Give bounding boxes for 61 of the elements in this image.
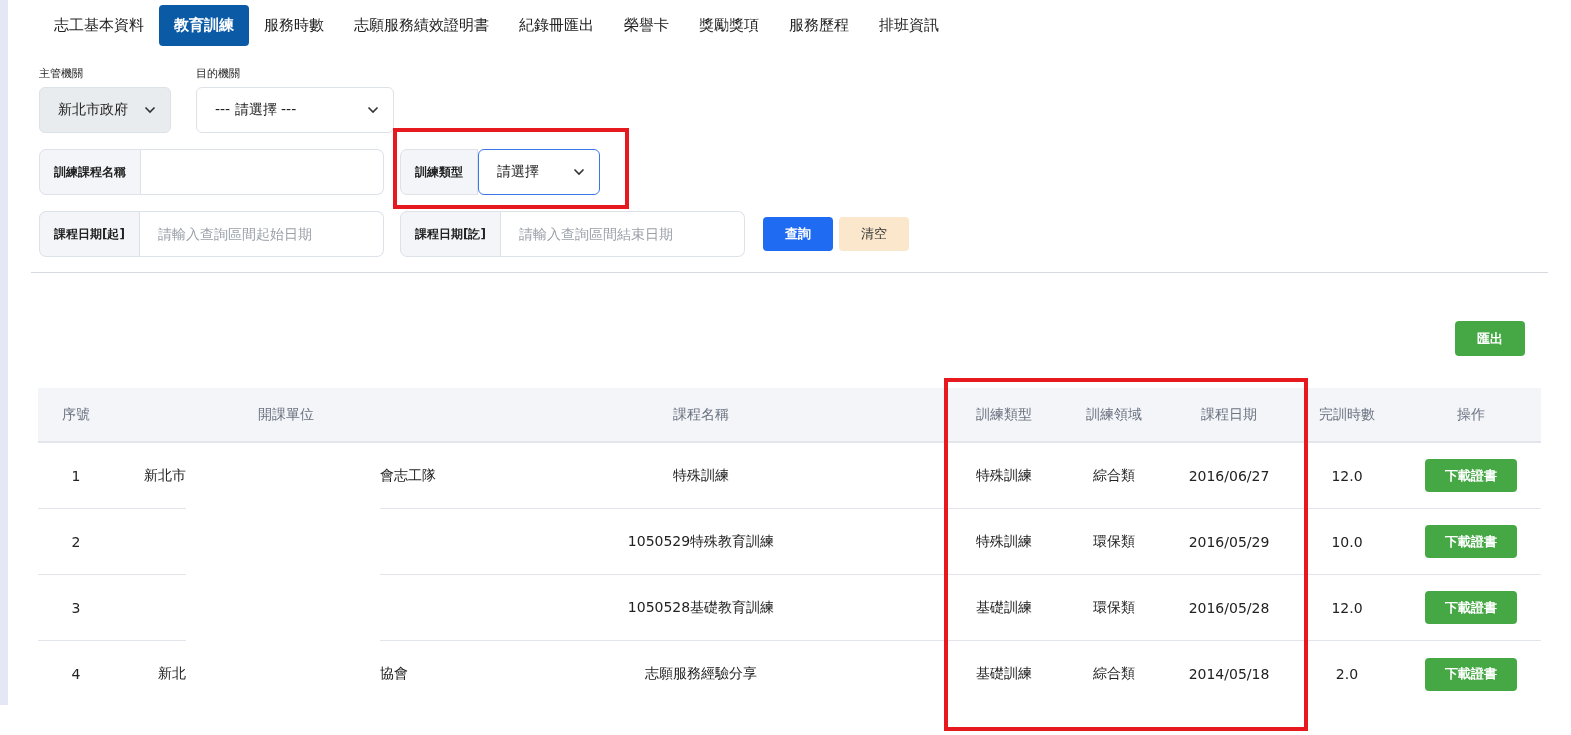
table-cell: 特殊訓練 — [458, 443, 944, 509]
column-header: 課程日期 — [1164, 388, 1294, 443]
column-header: 開課單位 — [114, 388, 458, 443]
table-cell: 特殊訓練 — [944, 509, 1064, 575]
tab[interactable]: 獎勵獎項 — [684, 5, 774, 46]
table-cell: 新北市 — [114, 443, 186, 509]
tab[interactable]: 榮譽卡 — [609, 5, 684, 46]
table-cell: 環保類 — [1064, 509, 1164, 575]
column-header: 課程名稱 — [458, 388, 944, 443]
table-cell: 2016/05/28 — [1164, 575, 1294, 641]
column-header: 訓練類型 — [944, 388, 1064, 443]
table-cell-text: 4 — [70, 665, 82, 684]
search-button[interactable]: 查詢 — [763, 217, 833, 251]
column-header: 訓練領域 — [1064, 388, 1164, 443]
table-cell: 1050528基礎教育訓練 — [458, 575, 944, 641]
table-cell: 1 — [38, 443, 114, 509]
table-cell-text: 基礎訓練 — [975, 664, 1033, 683]
table-cell: 綜合類 — [1064, 443, 1164, 509]
table-cell: 特殊訓練 — [944, 443, 1064, 509]
table-cell: 12.0 — [1294, 443, 1400, 509]
field-label: 課程日期[起] — [39, 211, 140, 257]
table-cell-text: 協會 — [380, 664, 409, 683]
table-cell: 10.0 — [1294, 509, 1400, 575]
column-header: 操作 — [1400, 388, 1541, 443]
field-label: 目的機關 — [196, 66, 241, 81]
clear-button[interactable]: 清空 — [839, 217, 909, 251]
table-cell: 會志工隊 — [380, 443, 458, 509]
tab[interactable]: 志工基本資料 — [39, 5, 159, 46]
table-cell: 3 — [38, 575, 114, 641]
tab[interactable]: 紀錄冊匯出 — [504, 5, 609, 46]
field-label: 訓練類型 — [400, 149, 478, 195]
table-cell-text: 志願服務經驗分享 — [644, 664, 758, 683]
tab[interactable]: 服務時數 — [249, 5, 339, 46]
table-cell-text: 2014/05/18 — [1187, 665, 1271, 684]
agency-select[interactable]: --- 請選擇 --- — [196, 87, 394, 133]
table-cell: 12.0 — [1294, 575, 1400, 641]
type-select[interactable]: 請選擇 — [478, 149, 600, 195]
table-cell: 基礎訓練 — [944, 575, 1064, 641]
table-cell: 環保類 — [1064, 575, 1164, 641]
tab[interactable]: 服務歷程 — [774, 5, 864, 46]
table-cell: 2016/06/27 — [1164, 443, 1294, 509]
column-header: 序號 — [38, 388, 114, 443]
table-cell-text: 綜合類 — [1092, 664, 1136, 683]
input-field[interactable]: 請輸入查詢區間結束日期 — [500, 211, 745, 257]
field-label: 主管機關 — [39, 66, 84, 81]
tab[interactable]: 排班資訊 — [864, 5, 954, 46]
table-cell-text: 2.0 — [1334, 665, 1360, 684]
tab[interactable]: 志願服務績效證明書 — [339, 5, 504, 46]
chevron-down-icon — [573, 168, 585, 176]
field-label: 訓練課程名稱 — [39, 149, 141, 195]
chevron-down-icon — [144, 106, 156, 114]
input-field[interactable] — [141, 149, 384, 195]
input-field[interactable]: 請輸入查詢區間起始日期 — [139, 211, 384, 257]
tab[interactable]: 教育訓練 — [159, 5, 249, 46]
table-cell-text: 新北 — [157, 664, 186, 683]
field-label: 課程日期[訖] — [400, 211, 501, 257]
column-header: 完訓時數 — [1294, 388, 1400, 443]
chevron-down-icon — [367, 106, 379, 114]
table-cell: 1050529特殊教育訓練 — [458, 509, 944, 575]
table-cell: 2016/05/29 — [1164, 509, 1294, 575]
table-cell: 2 — [38, 509, 114, 575]
